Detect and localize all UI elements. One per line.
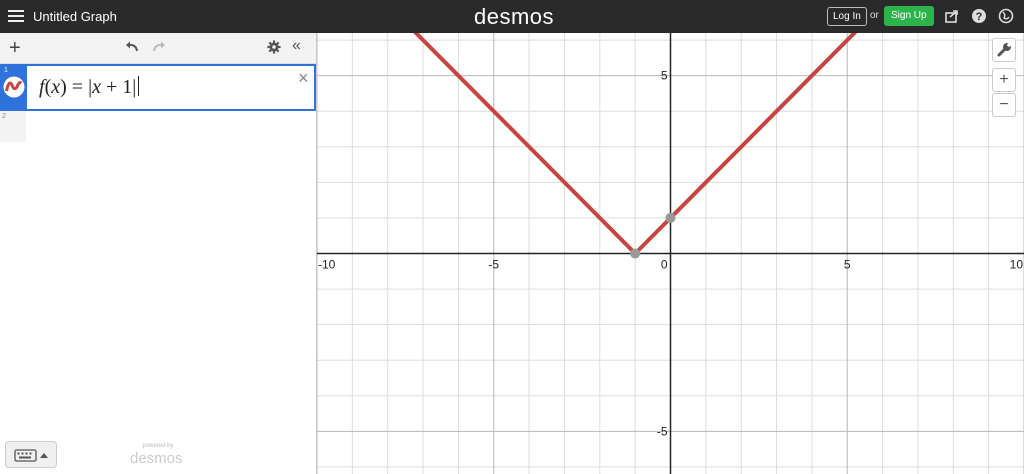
math-abs-bar: |: [132, 76, 137, 98]
math-x: x: [51, 76, 61, 98]
expression-tab[interactable]: 2: [0, 111, 26, 142]
globe-icon[interactable]: [998, 8, 1014, 24]
math-paren: ): [60, 76, 67, 98]
or-text: or: [870, 10, 879, 21]
expression-row-empty[interactable]: 2: [0, 111, 316, 142]
login-button[interactable]: Log In: [827, 7, 867, 26]
gear-icon[interactable]: [267, 40, 281, 54]
graph-point: [630, 248, 641, 259]
zoom-out-button[interactable]: −: [992, 93, 1016, 117]
share-icon[interactable]: [944, 8, 960, 24]
redo-icon[interactable]: [151, 39, 167, 55]
y-tick-label: -5: [657, 424, 668, 438]
powered-by-text: powered by: [142, 443, 174, 449]
expression-tab[interactable]: 1: [2, 66, 27, 109]
add-icon[interactable]: +: [9, 38, 21, 58]
expression-row[interactable]: 1 f(x) = |x + 1| ×: [0, 64, 316, 111]
graph-settings-button[interactable]: [992, 38, 1016, 62]
expression-number: 1: [4, 67, 8, 74]
x-tick-label: -10: [318, 258, 336, 272]
signup-button[interactable]: Sign Up: [884, 6, 934, 26]
top-bar: Untitled Graph desmos Log In or Sign Up …: [0, 0, 1024, 33]
expression-formula[interactable]: f(x) = |x + 1|: [39, 76, 140, 99]
text-cursor: [138, 76, 140, 96]
collapse-icon[interactable]: «: [292, 37, 301, 55]
keyboard-toggle-button[interactable]: [5, 441, 57, 468]
math-plus-one: + 1: [100, 76, 133, 98]
svg-text:?: ?: [976, 11, 983, 23]
menu-icon[interactable]: [8, 8, 24, 24]
x-tick-label: 10: [1010, 258, 1024, 272]
help-icon[interactable]: ?: [971, 8, 987, 24]
graph-canvas[interactable]: -10 -5 0 5 10 -5 5: [317, 33, 1024, 474]
graph-point: [665, 212, 676, 223]
desmos-logo: desmos: [474, 4, 555, 29]
keyboard-icon: [14, 449, 48, 462]
wrench-icon: [997, 43, 1011, 57]
x-tick-label: -5: [488, 258, 499, 272]
graph-color-icon[interactable]: [3, 76, 25, 98]
x-tick-label: 5: [844, 258, 851, 272]
undo-icon[interactable]: [124, 39, 140, 55]
math-equals: =: [66, 76, 89, 98]
x-tick-label: 0: [661, 258, 668, 272]
expression-panel: + « 1 f(x) = |x + 1| × 2 powered by desm…: [0, 33, 317, 474]
footer-logo: desmos: [130, 450, 183, 467]
y-tick-label: 5: [661, 69, 668, 83]
expression-number: 2: [2, 113, 6, 120]
zoom-in-button[interactable]: +: [992, 68, 1016, 92]
delete-expression-icon[interactable]: ×: [298, 68, 309, 89]
graph-title[interactable]: Untitled Graph: [33, 9, 117, 24]
expression-toolbar: + «: [0, 33, 316, 64]
math-x: x: [92, 76, 101, 98]
